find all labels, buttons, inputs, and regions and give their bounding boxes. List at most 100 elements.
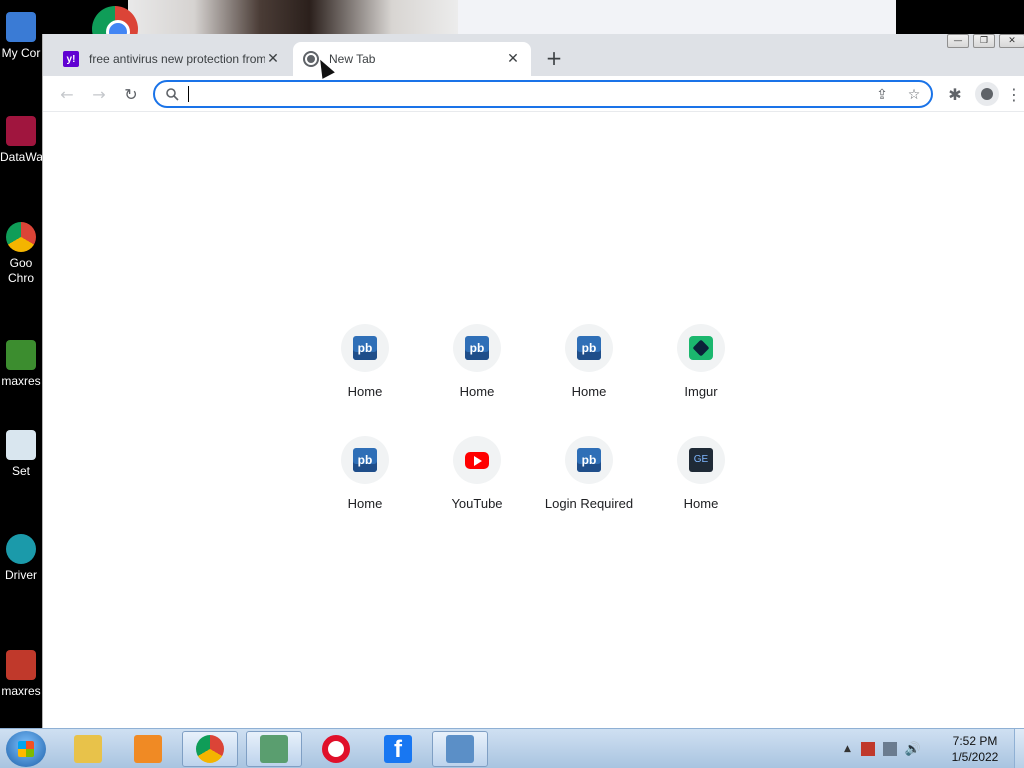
- desktop-icon-maxres-2[interactable]: maxres: [0, 650, 42, 699]
- desktop-icon-my-computer[interactable]: My Cor: [0, 12, 42, 61]
- youtube-icon: [465, 451, 489, 469]
- shortcut-label: Home: [347, 384, 383, 399]
- shortcut-tile[interactable]: pb Home: [533, 320, 645, 432]
- chrome-icon: [196, 735, 224, 763]
- taskbar-file-explorer[interactable]: [60, 731, 116, 767]
- desktop-icon-driver[interactable]: Driver: [0, 534, 42, 583]
- wallpaper-photo: [128, 0, 458, 34]
- desktop-icon-label: Goo Chro: [7, 256, 34, 285]
- tab-yahoo-search[interactable]: y! free antivirus new protection from ✕: [55, 42, 289, 76]
- close-tab-icon[interactable]: ✕: [505, 51, 521, 67]
- network-icon[interactable]: [882, 742, 897, 756]
- photo-viewer-icon: [446, 735, 474, 763]
- ge-icon: GE: [689, 448, 713, 472]
- menu-icon[interactable]: ⋮: [1005, 82, 1023, 106]
- shortcut-icon-circle: pb: [341, 324, 389, 372]
- desktop-icon-maxres-1[interactable]: maxres: [0, 340, 42, 389]
- media-player-icon: [134, 735, 162, 763]
- shortcut-tile[interactable]: Imgur: [645, 320, 757, 432]
- show-hidden-icons-icon[interactable]: ▲: [844, 744, 851, 754]
- shortcut-icon-circle: pb: [565, 324, 613, 372]
- close-window-button[interactable]: ✕: [999, 34, 1024, 48]
- system-tray: ▲ 🔊: [844, 729, 921, 768]
- tab-title: New Tab: [329, 52, 376, 66]
- desktop-icon-label: DataWa: [0, 150, 43, 164]
- search-icon: [166, 88, 179, 101]
- shortcut-label: Imgur: [684, 384, 718, 399]
- clock[interactable]: 7:52 PM 1/5/2022: [940, 733, 1010, 765]
- bookmark-star-icon[interactable]: ☆: [905, 86, 923, 104]
- taskbar-notepad[interactable]: [246, 731, 302, 767]
- reload-button[interactable]: ↻: [119, 82, 143, 106]
- facebook-icon: f: [384, 735, 412, 763]
- setup-icon: [6, 430, 36, 460]
- action-center-icon[interactable]: [860, 742, 875, 756]
- notepad-icon: [260, 735, 288, 763]
- shortcut-label: Home: [683, 496, 719, 511]
- chrome-icon: [6, 222, 36, 252]
- shortcut-tile[interactable]: GE Home: [645, 432, 757, 544]
- desktop-icon-label: maxres: [1, 684, 41, 698]
- pb-icon: pb: [353, 336, 377, 360]
- shortcut-label: Home: [459, 384, 495, 399]
- opera-icon: [322, 735, 350, 763]
- desktop-icon-datawa[interactable]: DataWa: [0, 116, 43, 165]
- desktop-icon-label: maxres: [1, 374, 41, 388]
- new-tab-button[interactable]: +: [543, 48, 565, 70]
- taskbar-media-player[interactable]: [120, 731, 176, 767]
- shortcut-tile[interactable]: pb Home: [421, 320, 533, 432]
- tab-strip: y! free antivirus new protection from ✕ …: [43, 34, 1024, 76]
- shortcut-label: Home: [347, 496, 383, 511]
- taskbar-opera[interactable]: [308, 731, 364, 767]
- imgur-icon: [689, 336, 713, 360]
- address-input[interactable]: [187, 85, 827, 103]
- taskbar-photo-viewer[interactable]: [432, 731, 488, 767]
- shortcut-label: YouTube: [451, 496, 503, 511]
- shortcut-tile[interactable]: YouTube: [421, 432, 533, 544]
- clock-date: 1/5/2022: [951, 750, 999, 764]
- shortcut-tile[interactable]: pb Home: [309, 320, 421, 432]
- volume-icon[interactable]: 🔊: [905, 742, 921, 757]
- close-tab-icon[interactable]: ✕: [265, 51, 281, 67]
- profile-avatar-icon[interactable]: [975, 82, 999, 106]
- restore-button[interactable]: ❐: [973, 34, 995, 48]
- browser-toolbar: ← → ↻ ⇪ ☆ ✱ ⋮: [43, 76, 1024, 112]
- datawa-icon: [6, 116, 36, 146]
- file-explorer-icon: [74, 735, 102, 763]
- desktop-icon-label: My Cor: [1, 46, 41, 60]
- minimize-button[interactable]: —: [947, 34, 969, 48]
- taskbar-chrome[interactable]: [182, 731, 238, 767]
- pb-icon: pb: [577, 336, 601, 360]
- shortcut-icon-circle: GE: [677, 436, 725, 484]
- taskbar-facebook[interactable]: f: [370, 731, 426, 767]
- shortcut-label: Home: [571, 384, 607, 399]
- shortcut-icon-circle: [677, 324, 725, 372]
- shortcut-icon-circle: pb: [565, 436, 613, 484]
- computer-icon: [6, 12, 36, 42]
- tab-title: free antivirus new protection from: [89, 52, 265, 66]
- show-desktop-button[interactable]: [1014, 729, 1024, 768]
- desktop-icon-google-chrome[interactable]: Goo Chro: [0, 222, 42, 286]
- shortcut-icon-circle: pb: [453, 324, 501, 372]
- yahoo-icon: y!: [63, 51, 79, 67]
- pb-icon: pb: [577, 448, 601, 472]
- back-button[interactable]: ←: [55, 82, 79, 106]
- image-file-icon: [6, 340, 36, 370]
- pb-icon: pb: [353, 448, 377, 472]
- address-bar[interactable]: ⇪ ☆: [153, 80, 933, 108]
- pb-icon: pb: [465, 336, 489, 360]
- forward-button[interactable]: →: [87, 82, 111, 106]
- browser-window: y! free antivirus new protection from ✕ …: [42, 34, 1024, 728]
- shortcut-icon-circle: [453, 436, 501, 484]
- extensions-icon[interactable]: ✱: [943, 82, 967, 106]
- clock-time: 7:52 PM: [952, 734, 998, 748]
- shortcut-tile[interactable]: pb Home: [309, 432, 421, 544]
- share-icon[interactable]: ⇪: [873, 86, 891, 104]
- desktop-icon-setup[interactable]: Set: [0, 430, 42, 479]
- shortcut-tile[interactable]: pb Login Required: [533, 432, 645, 544]
- shortcut-icon-circle: pb: [341, 436, 389, 484]
- wallpaper-photo-2: [458, 0, 896, 34]
- image-file-icon: [6, 650, 36, 680]
- start-button[interactable]: [6, 731, 46, 767]
- taskbar: f ▲ 🔊 7:52 PM 1/5/2022: [0, 728, 1024, 768]
